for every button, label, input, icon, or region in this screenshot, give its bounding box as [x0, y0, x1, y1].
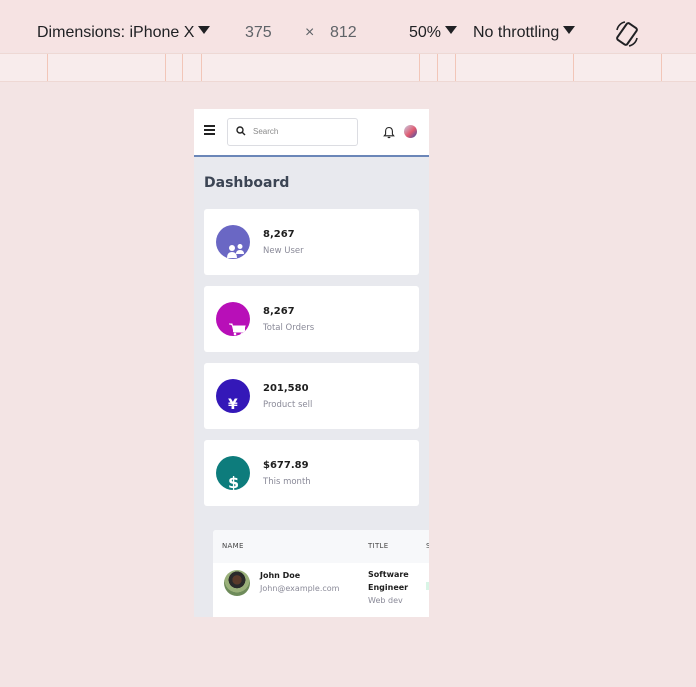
stat-card-product-sell: ¥ 201,580 Product sell: [204, 363, 419, 429]
top-navbar: [194, 109, 429, 157]
chevron-down-icon: [198, 25, 211, 34]
dollar-glyph: $: [228, 473, 240, 490]
device-select[interactable]: Dimensions: iPhone X: [37, 24, 211, 42]
media-query-ruler[interactable]: [0, 53, 696, 82]
search-input[interactable]: [253, 124, 349, 138]
times-sign: ×: [305, 24, 315, 41]
users-table: NAME TITLE S John Doe John@example.com S…: [213, 530, 429, 617]
stat-label: New User: [263, 246, 304, 256]
stat-card-this-month: $ $677.89 This month: [204, 440, 419, 506]
row-title-line2: Engineer: [368, 583, 409, 592]
table-header: NAME TITLE S: [213, 530, 429, 563]
row-name: John Doe: [260, 571, 301, 580]
throttle-select[interactable]: No throttling: [473, 24, 576, 42]
yen-icon: ¥: [216, 379, 250, 413]
stat-value: $677.89: [263, 460, 309, 471]
chevron-down-icon: [563, 25, 576, 34]
column-header-name: NAME: [222, 542, 244, 550]
hamburger-icon[interactable]: [204, 125, 215, 135]
stat-value: 8,267: [263, 306, 295, 317]
stat-label: Product sell: [263, 400, 313, 410]
stat-card-new-user: 8,267 New User: [204, 209, 419, 275]
stat-label: Total Orders: [263, 323, 315, 333]
status-badge: [426, 582, 429, 590]
row-title-line1: Software: [368, 570, 409, 579]
column-header-title: TITLE: [368, 542, 389, 550]
device-toolbar: Dimensions: iPhone X 375 × 812 50% No th…: [0, 0, 696, 52]
device-label: Dimensions: iPhone X: [37, 24, 195, 41]
yen-glyph: ¥: [228, 397, 238, 413]
stat-value: 201,580: [263, 383, 309, 394]
dollar-icon: $: [216, 456, 250, 490]
throttle-label: No throttling: [473, 24, 560, 41]
rotate-icon[interactable]: [614, 20, 640, 52]
row-email: John@example.com: [260, 584, 340, 593]
device-viewport: Dashboard 8,267 New User 8,267 Total Ord…: [194, 109, 429, 617]
zoom-select[interactable]: 50%: [409, 24, 458, 42]
cart-icon: [216, 302, 250, 336]
avatar: [224, 570, 250, 596]
bell-icon[interactable]: [383, 124, 395, 143]
height-input[interactable]: 812: [330, 24, 357, 42]
users-icon: [216, 225, 250, 259]
width-input[interactable]: 375: [245, 24, 272, 42]
user-avatar[interactable]: [404, 125, 417, 138]
page-title: Dashboard: [204, 175, 290, 191]
stat-card-total-orders: 8,267 Total Orders: [204, 286, 419, 352]
search-box[interactable]: [227, 118, 358, 146]
stat-value: 8,267: [263, 229, 295, 240]
chevron-down-icon: [445, 25, 458, 34]
row-department: Web dev: [368, 596, 403, 605]
column-header-status: S: [426, 542, 429, 550]
stat-label: This month: [263, 477, 311, 487]
search-icon: [236, 126, 246, 136]
zoom-label: 50%: [409, 24, 442, 41]
